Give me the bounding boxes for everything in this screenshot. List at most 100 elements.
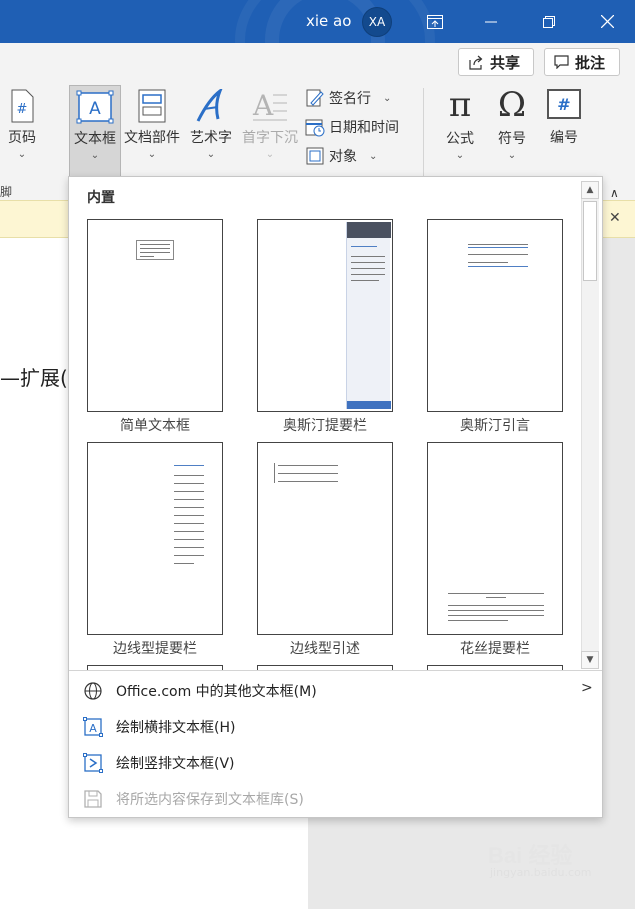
close-icon: [600, 15, 614, 28]
drop-cap-label: 首字下沉: [242, 130, 298, 146]
ribbon-group-separator: [423, 88, 424, 178]
comments-button[interactable]: 批注: [544, 48, 620, 76]
menu-item-label: 绘制横排文本框(H): [116, 720, 236, 736]
scrollbar-thumb[interactable]: [583, 201, 597, 281]
gallery-item-label: 边线型提要栏: [113, 641, 197, 657]
equation-label: 公式: [446, 131, 474, 147]
watermark-url: jingyan.baidu.com: [490, 866, 592, 879]
textbox-button[interactable]: A 文本框 ⌄: [69, 85, 121, 177]
document-text[interactable]: —扩展(: [0, 362, 68, 391]
numbering-button[interactable]: # 编号: [540, 89, 588, 147]
page-number-icon: #: [11, 89, 34, 123]
group-label-header-footer: 脚: [0, 185, 13, 199]
chevron-down-icon: ⌄: [147, 149, 157, 160]
gallery-item-sideline-sidebar[interactable]: [87, 442, 223, 635]
svg-text:A: A: [89, 99, 101, 119]
signature-line-button[interactable]: 签名行 ⌄: [305, 86, 391, 110]
thumb-preview-box: [136, 240, 174, 260]
numbering-label: 编号: [550, 130, 578, 146]
ribbon-display-options-button[interactable]: [407, 0, 463, 43]
gallery-item-label: 简单文本框: [120, 418, 190, 434]
save-to-textbox-gallery-menu-item[interactable]: 将所选内容保存到文本框库(S): [83, 785, 593, 813]
svg-text:#: #: [17, 102, 28, 117]
textbox-label: 文本框: [74, 131, 116, 147]
save-icon: [83, 789, 103, 809]
gallery-item-austin-sidebar[interactable]: [257, 219, 393, 412]
gallery-item-label: 奥斯汀提要栏: [283, 418, 367, 434]
minimize-icon: [485, 21, 497, 22]
thumb-sidebar-panel: [346, 222, 391, 409]
wordart-icon: [196, 89, 223, 122]
gallery-item-simple-textbox[interactable]: [87, 219, 223, 412]
share-label: 共享: [490, 53, 521, 72]
page-number-button[interactable]: # 页码 ⌄: [2, 89, 42, 160]
ribbon-display-icon: [427, 14, 443, 29]
chevron-down-icon: ⌄: [206, 149, 216, 160]
avatar[interactable]: XA: [362, 7, 392, 37]
notification-close-icon[interactable]: ✕: [609, 210, 621, 226]
chevron-right-icon: >: [581, 680, 593, 696]
minimize-button[interactable]: [463, 0, 519, 43]
gallery-item-sideline-quote[interactable]: [257, 442, 393, 635]
signature-icon: [306, 89, 324, 107]
date-time-button[interactable]: 日期和时间: [305, 115, 399, 139]
gallery-item-filigree-sidebar[interactable]: [427, 442, 563, 635]
chevron-down-icon: ⌄: [383, 92, 392, 104]
gallery-item-austin-quote[interactable]: [427, 219, 563, 412]
wordart-label: 艺术字: [190, 130, 232, 146]
more-textboxes-office-menu-item[interactable]: Office.com 中的其他文本框(M): [83, 677, 593, 705]
comments-label: 批注: [575, 53, 606, 72]
title-bar: xie ao XA: [0, 0, 635, 43]
gallery-divider: [69, 670, 602, 671]
calendar-clock-icon: [305, 119, 325, 137]
equation-button[interactable]: π 公式 ⌄: [436, 86, 484, 161]
account-name[interactable]: xie ao: [306, 12, 351, 30]
quick-parts-label: 文档部件: [124, 130, 180, 146]
textbox-gallery: 内置 ▲ ▼ 简单文本框 奥斯汀提要栏 奥斯汀引言 边线型提要栏 边线型引述 花…: [68, 176, 603, 818]
signature-label: 签名行: [329, 91, 371, 107]
gallery-item-label: 边线型引述: [290, 641, 360, 657]
vertical-textbox-icon: [83, 753, 103, 773]
share-icon: [469, 55, 483, 70]
chevron-down-icon: ⌄: [455, 150, 465, 161]
symbol-button[interactable]: Ω 符号 ⌄: [488, 86, 536, 161]
horizontal-textbox-icon: A: [83, 717, 103, 737]
chevron-down-icon: ⌄: [369, 150, 378, 162]
pi-icon: π: [448, 85, 472, 125]
restore-icon: [543, 15, 555, 28]
svg-text:A: A: [89, 722, 97, 735]
draw-vertical-textbox-menu-item[interactable]: 绘制竖排文本框(V): [83, 749, 593, 777]
gallery-item-label: 奥斯汀引言: [460, 418, 530, 434]
share-button[interactable]: 共享: [458, 48, 534, 76]
gallery-section-title: 内置: [87, 190, 115, 206]
quick-parts-icon: [138, 89, 166, 123]
object-label: 对象: [329, 149, 357, 165]
numbering-icon: #: [547, 89, 581, 119]
svg-text:A: A: [252, 89, 274, 122]
collapse-ribbon-icon[interactable]: ∧: [610, 186, 619, 200]
comment-icon: [554, 55, 569, 69]
wordart-button[interactable]: 艺术字 ⌄: [185, 89, 237, 160]
scroll-up-icon[interactable]: ▲: [581, 181, 599, 199]
drop-cap-button[interactable]: A 首字下沉 ⌄: [238, 89, 302, 160]
draw-horizontal-textbox-menu-item[interactable]: A 绘制横排文本框(H): [83, 713, 593, 741]
menu-item-label: Office.com 中的其他文本框(M): [116, 684, 317, 700]
object-icon: [306, 147, 324, 165]
object-button[interactable]: 对象 ⌄: [305, 144, 377, 168]
globe-icon: [83, 681, 103, 701]
symbol-label: 符号: [498, 131, 526, 147]
menu-item-label: 绘制竖排文本框(V): [116, 756, 235, 772]
close-button[interactable]: [579, 0, 635, 43]
restore-button[interactable]: [521, 0, 577, 43]
scroll-down-icon[interactable]: ▼: [581, 651, 599, 669]
drop-cap-icon: A: [252, 89, 287, 122]
page-number-label: 页码: [8, 130, 36, 146]
chevron-down-icon: ⌄: [17, 149, 27, 160]
menu-item-label: 将所选内容保存到文本框库(S): [116, 792, 304, 808]
omega-icon: Ω: [497, 85, 527, 125]
quick-parts-button[interactable]: 文档部件 ⌄: [121, 89, 183, 160]
date-time-label: 日期和时间: [329, 120, 399, 136]
numbering-glyph: #: [557, 94, 571, 114]
textbox-icon: A: [76, 90, 114, 124]
gallery-item-label: 花丝提要栏: [460, 641, 530, 657]
